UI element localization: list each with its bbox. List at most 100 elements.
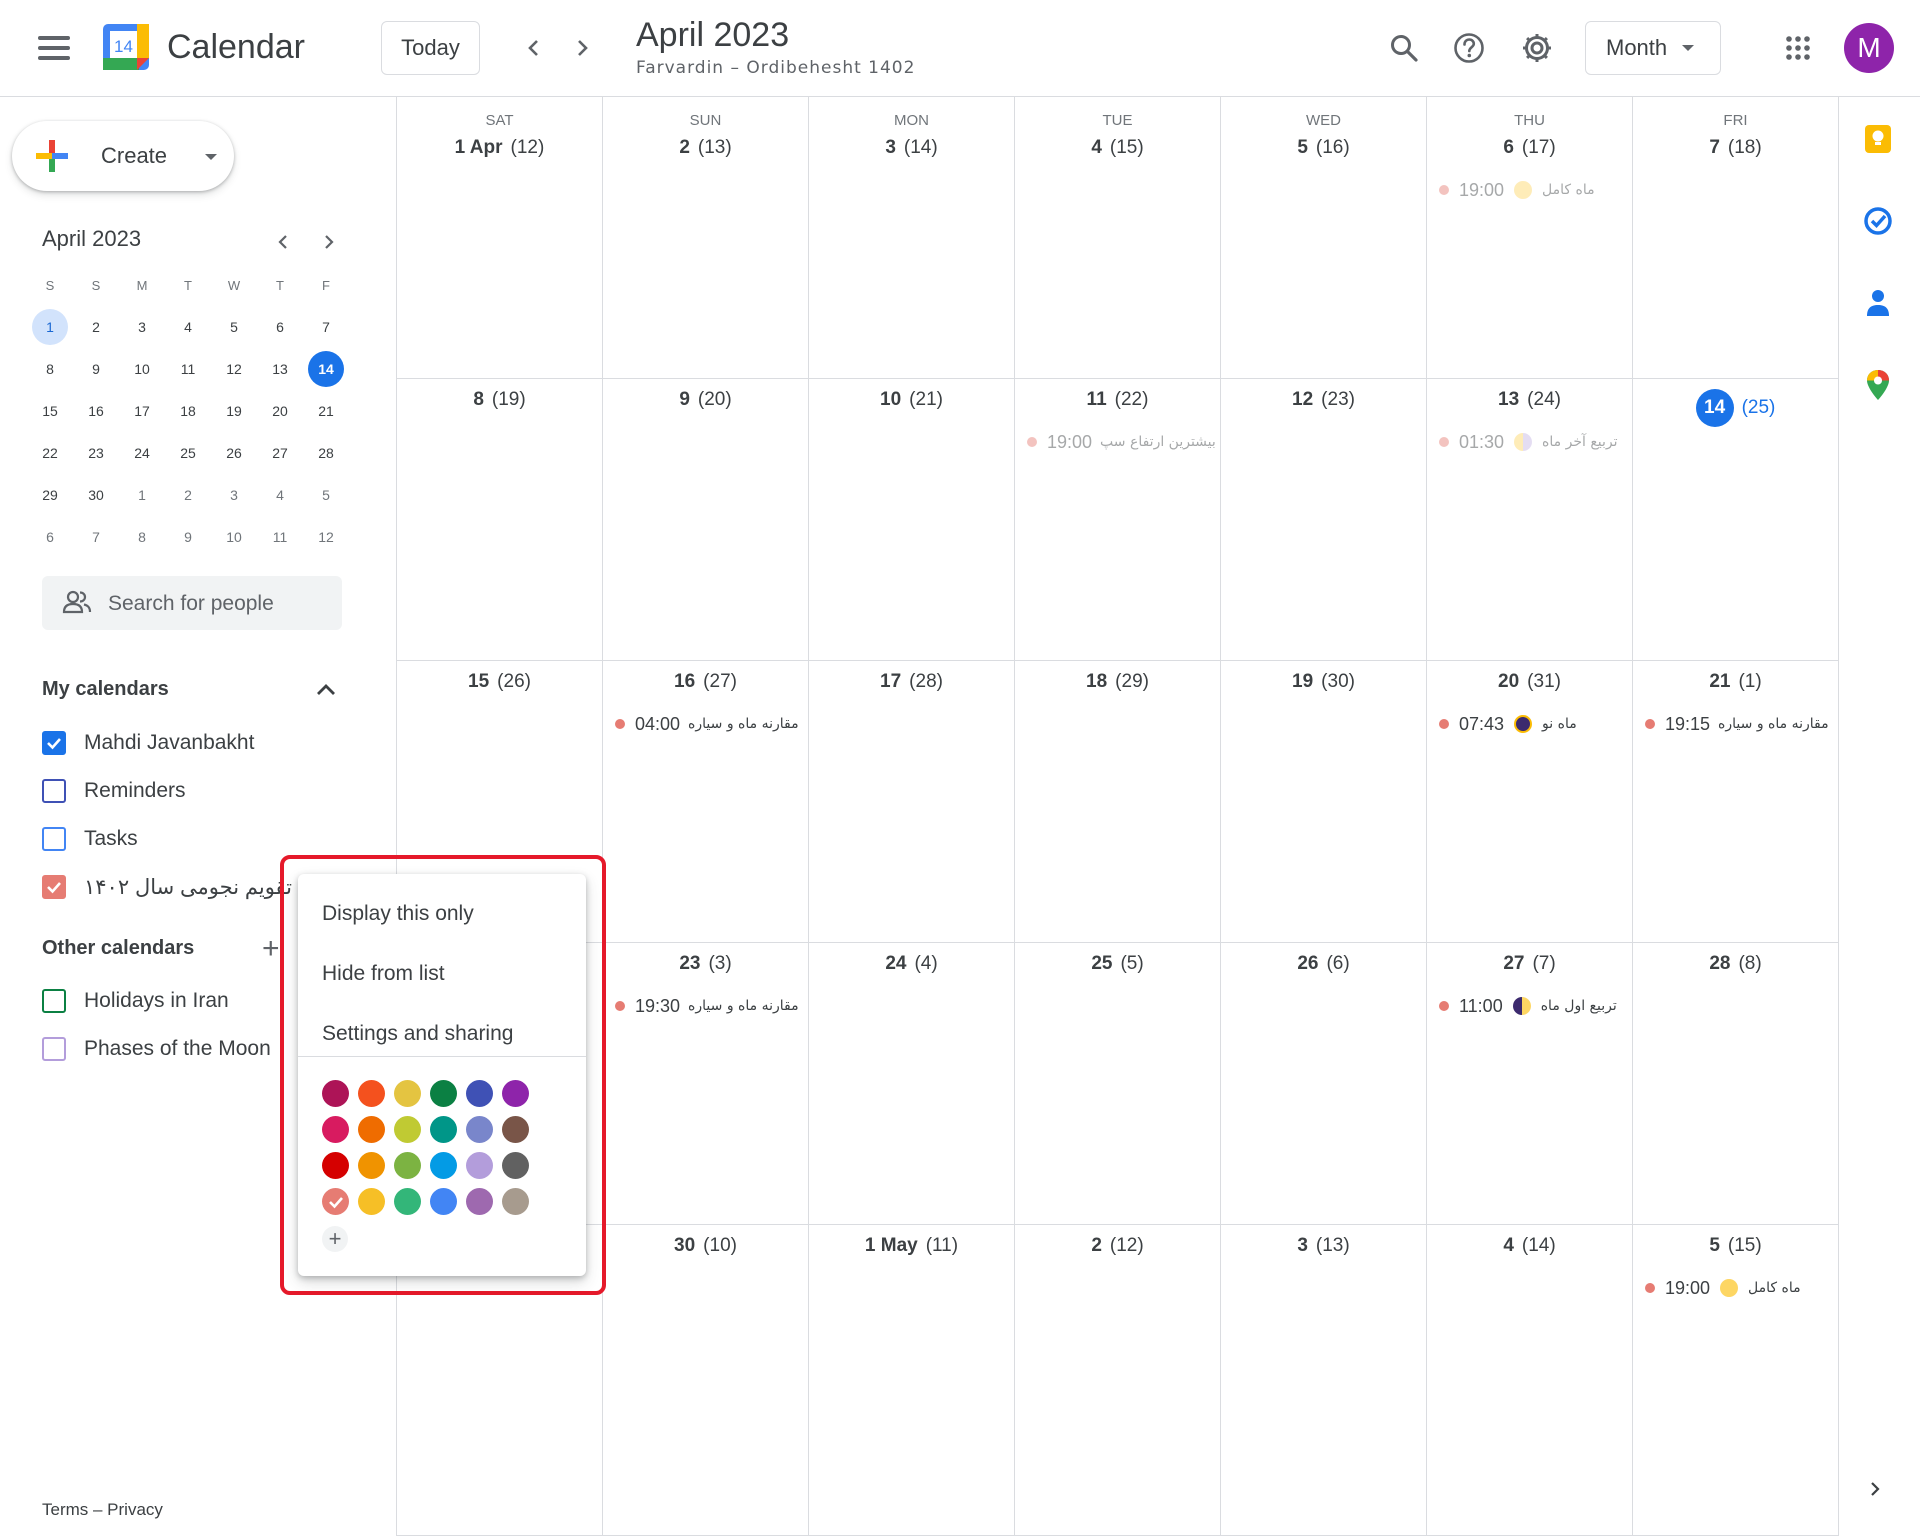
color-swatch[interactable] [322,1116,349,1143]
contacts-icon[interactable] [1862,287,1894,319]
calendar-checkbox[interactable] [42,989,66,1013]
mini-calendar-day[interactable]: 5 [303,474,349,516]
day-cell[interactable]: 3 (13) [1221,1225,1427,1535]
color-swatch[interactable] [502,1080,529,1107]
mini-calendar-day[interactable]: 14 [303,348,349,390]
day-number[interactable]: 15 (26) [397,671,602,693]
chevron-up-icon[interactable] [312,678,340,702]
day-cell[interactable]: 28 (8) [1633,943,1839,1224]
settings-and-sharing-item[interactable]: Settings and sharing [322,1022,513,1046]
main-menu-icon[interactable] [34,30,74,66]
mini-calendar-day[interactable]: 26 [211,432,257,474]
color-swatch[interactable] [466,1188,493,1215]
mini-calendar-day[interactable]: 22 [27,432,73,474]
calendar-list-item[interactable]: Phases of the Moon [42,1033,271,1065]
day-number[interactable]: 1 May (11) [809,1235,1014,1257]
mini-calendar-day[interactable]: 5 [211,306,257,348]
day-number[interactable]: 10 (21) [809,389,1014,411]
color-swatch[interactable] [394,1188,421,1215]
day-cell[interactable]: 25 (5) [1015,943,1221,1224]
day-number[interactable]: 6 (17) [1427,137,1632,159]
terms-privacy-links[interactable]: Terms – Privacy [42,1500,163,1520]
calendar-list-item[interactable]: Mahdi Javanbakht [42,727,254,759]
day-number[interactable]: 12 (23) [1221,389,1426,411]
day-cell[interactable]: 5 (15) 19:00 ماه کامل [1633,1225,1839,1535]
color-swatch[interactable] [430,1188,457,1215]
day-cell[interactable]: 30 (10) [603,1225,809,1535]
keep-icon[interactable] [1862,123,1894,155]
mini-calendar-day[interactable]: 9 [73,348,119,390]
mini-calendar-day[interactable]: 27 [257,432,303,474]
color-swatch[interactable] [466,1152,493,1179]
mini-calendar-day[interactable]: 7 [303,306,349,348]
day-number[interactable]: 4 (15) [1015,137,1220,159]
color-swatch[interactable] [466,1116,493,1143]
mini-calendar-day[interactable]: 1 [27,306,73,348]
mini-calendar-day[interactable]: 15 [27,390,73,432]
day-number[interactable]: 7 (18) [1633,137,1838,159]
today-button[interactable]: Today [381,21,480,75]
day-cell[interactable]: 8 (19) [397,379,603,660]
day-number[interactable]: 27 (7) [1427,953,1632,975]
color-swatch[interactable] [358,1116,385,1143]
day-cell[interactable]: 16 (27) 04:00 مقارنه ماه و سیاره [603,661,809,942]
day-cell[interactable]: THU 6 (17) 19:00 ماه کامل [1427,97,1633,378]
maps-icon[interactable] [1862,369,1894,401]
add-calendar-icon[interactable]: + [262,932,280,966]
calendar-checkbox[interactable] [42,731,66,755]
day-number[interactable]: 17 (28) [809,671,1014,693]
mini-calendar-day[interactable]: 2 [73,306,119,348]
search-people-input[interactable]: Search for people [42,576,342,630]
day-cell[interactable]: 11 (22) 19:00 بیشترین ارتفاع سپ [1015,379,1221,660]
day-number[interactable]: 21 (1) [1633,671,1838,693]
mini-calendar-day[interactable]: 19 [211,390,257,432]
mini-calendar-day[interactable]: 12 [303,516,349,558]
other-calendars-title[interactable]: Other calendars [42,937,194,960]
mini-calendar-day[interactable]: 3 [211,474,257,516]
mini-calendar-day[interactable]: 12 [211,348,257,390]
mini-calendar-day[interactable]: 29 [27,474,73,516]
chevron-right-icon[interactable] [1866,1480,1884,1503]
day-cell[interactable]: 26 (6) [1221,943,1427,1224]
calendar-checkbox[interactable] [42,779,66,803]
color-swatch[interactable] [430,1080,457,1107]
event-chip[interactable]: 04:00 مقارنه ماه و سیاره [615,711,799,737]
event-chip[interactable]: 11:00 تربیع اول ماه [1439,993,1617,1019]
mini-calendar-day[interactable]: 10 [119,348,165,390]
mini-calendar-day[interactable]: 16 [73,390,119,432]
day-number[interactable]: 2 (13) [603,137,808,159]
event-chip[interactable]: 19:30 مقارنه ماه و سیاره [615,993,799,1019]
day-number[interactable]: 20 (31) [1427,671,1632,693]
add-custom-color-icon[interactable]: + [322,1226,348,1252]
day-number[interactable]: 19 (30) [1221,671,1426,693]
day-number[interactable]: 9 (20) [603,389,808,411]
day-number[interactable]: 25 (5) [1015,953,1220,975]
day-number[interactable]: 14 (25) [1633,389,1838,427]
day-cell[interactable]: 27 (7) 11:00 تربیع اول ماه [1427,943,1633,1224]
day-cell[interactable]: 21 (1) 19:15 مقارنه ماه و سیاره [1633,661,1839,942]
mini-prev-month-button[interactable] [270,228,298,256]
day-cell[interactable]: FRI 7 (18) [1633,97,1839,378]
display-this-only-item[interactable]: Display this only [322,902,474,926]
color-swatch[interactable] [502,1188,529,1215]
color-swatch[interactable] [394,1080,421,1107]
mini-calendar-day[interactable]: 6 [27,516,73,558]
mini-calendar-day[interactable]: 17 [119,390,165,432]
mini-calendar-day[interactable]: 7 [73,516,119,558]
event-chip[interactable]: 19:00 بیشترین ارتفاع سپ [1027,429,1216,455]
day-cell[interactable]: 20 (31) 07:43 ماه نو [1427,661,1633,942]
color-swatch[interactable] [322,1188,349,1215]
mini-calendar-day[interactable]: 1 [119,474,165,516]
mini-calendar-day[interactable]: 20 [257,390,303,432]
day-cell[interactable]: 9 (20) [603,379,809,660]
apps-icon[interactable] [1776,26,1820,70]
mini-calendar-day[interactable]: 24 [119,432,165,474]
view-switcher[interactable]: Month [1585,21,1721,75]
day-cell[interactable]: 24 (4) [809,943,1015,1224]
day-cell[interactable]: TUE 4 (15) [1015,97,1221,378]
mini-next-month-button[interactable] [314,228,342,256]
event-chip[interactable]: 01:30 تربیع آخر ماه [1439,429,1618,455]
calendar-checkbox[interactable] [42,1037,66,1061]
mini-calendar-day[interactable]: 21 [303,390,349,432]
day-number[interactable]: 3 (14) [809,137,1014,159]
